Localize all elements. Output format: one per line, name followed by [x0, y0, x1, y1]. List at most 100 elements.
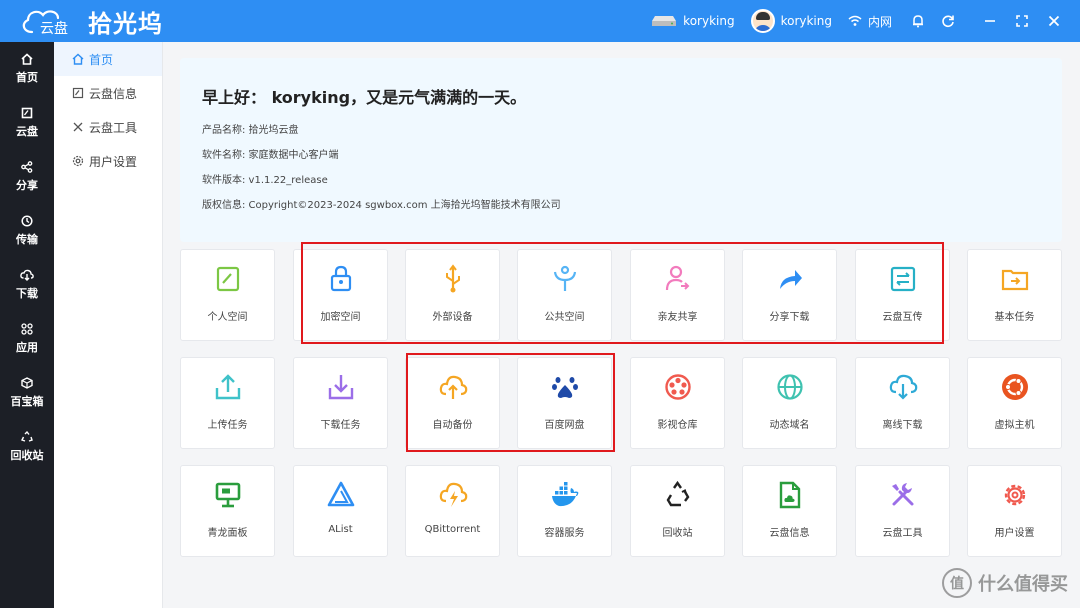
- app-tile-cloud-download[interactable]: 离线下载: [855, 357, 950, 449]
- subnav-label: 云盘信息: [89, 86, 138, 101]
- subnav-item-cloud-info[interactable]: 云盘信息: [54, 76, 162, 110]
- app-tile-label: 离线下载: [882, 420, 923, 431]
- app-logo: 云盘 拾光坞: [18, 4, 163, 38]
- app-tile-label: 加密空间: [320, 312, 361, 323]
- app-tile-globe[interactable]: 动态域名: [742, 357, 837, 449]
- app-tile-label: 下载任务: [320, 420, 361, 431]
- watermark-badge: 值: [942, 568, 972, 598]
- app-tile-share-arrow[interactable]: 分享下载: [742, 249, 837, 341]
- app-tile-label: 外部设备: [432, 312, 473, 323]
- app-tile-label: AList: [328, 524, 353, 535]
- disk-icon: [21, 107, 33, 119]
- share-user-icon: [631, 264, 724, 294]
- app-tile-film-reel[interactable]: 影视仓库: [630, 357, 725, 449]
- info-version: 软件版本: v1.1.22_release: [202, 175, 328, 186]
- public-space-icon: [518, 264, 611, 294]
- app-tile-download[interactable]: 下载任务: [293, 357, 388, 449]
- app-tile-cloud-info[interactable]: 云盘信息: [742, 465, 837, 557]
- rail-item-cloud[interactable]: 云盘: [0, 96, 54, 150]
- avatar: [750, 9, 775, 33]
- app-tile-label: 影视仓库: [657, 420, 698, 431]
- app-tile-label: 百度网盘: [544, 420, 585, 431]
- rail-item-transfer[interactable]: 传输: [0, 204, 54, 258]
- refresh-icon[interactable]: [938, 0, 958, 42]
- app-tile-label: 云盘信息: [769, 528, 810, 539]
- user-name: koryking: [780, 14, 832, 28]
- cloud-info-icon: [743, 480, 836, 510]
- app-tile-recycle[interactable]: 回收站: [630, 465, 725, 557]
- sub-nav: 首页 云盘信息 云盘工具 用户设置: [54, 42, 163, 608]
- app-tile-label: 云盘工具: [882, 528, 923, 539]
- app-tile-cloud-upload[interactable]: 自动备份: [405, 357, 500, 449]
- svg-text:云盘: 云盘: [40, 20, 68, 36]
- app-tile-panel[interactable]: 青龙面板: [180, 465, 275, 557]
- network-status[interactable]: 内网: [848, 13, 892, 30]
- personal-space-icon: [181, 264, 274, 294]
- usb-icon: [406, 264, 499, 294]
- notification-bell-icon[interactable]: [908, 0, 928, 42]
- greeting-text: 早上好： koryking，又是元气满满的一天。: [202, 88, 527, 107]
- app-tile-baidu[interactable]: 百度网盘: [517, 357, 612, 449]
- film-reel-icon: [631, 372, 724, 402]
- subnav-item-cloud-tools[interactable]: 云盘工具: [54, 110, 162, 144]
- app-tile-label: 云盘互传: [882, 312, 923, 323]
- app-tile-label: 公共空间: [544, 312, 585, 323]
- rail-item-apps[interactable]: 应用: [0, 312, 54, 366]
- app-tile-label: 虚拟主机: [994, 420, 1035, 431]
- user-menu[interactable]: koryking: [750, 9, 832, 33]
- rail-label: 传输: [16, 233, 38, 246]
- rail-label: 应用: [16, 341, 38, 354]
- tools-icon: [856, 480, 949, 510]
- info-software-name: 软件名称: 家庭数据中心客户端: [202, 150, 339, 161]
- cloud-download-icon: [856, 372, 949, 402]
- info-copyright: 版权信息: Copyright©2023-2024 sgwbox.com 上海拾…: [202, 200, 561, 211]
- app-tile-tools[interactable]: 云盘工具: [855, 465, 950, 557]
- welcome-panel: 早上好： koryking，又是元气满满的一天。 产品名称: 拾光坞云盘 软件名…: [180, 58, 1062, 242]
- download-icon: [294, 372, 387, 402]
- rail-item-recycle[interactable]: 回收站: [0, 420, 54, 474]
- app-tile-docker[interactable]: 容器服务: [517, 465, 612, 557]
- cloud-upload-icon: [406, 372, 499, 402]
- recycle-icon: [631, 480, 724, 510]
- qbittorrent-icon: [406, 480, 499, 510]
- baidu-icon: [518, 372, 611, 402]
- left-rail: 首页 云盘 分享 传输 下载 应用 百宝箱 回收站: [0, 42, 54, 608]
- app-tile-upload[interactable]: 上传任务: [180, 357, 275, 449]
- app-tile-transfer[interactable]: 云盘互传: [855, 249, 950, 341]
- app-tile-settings-gear[interactable]: 用户设置: [967, 465, 1062, 557]
- upload-icon: [181, 372, 274, 402]
- app-tile-personal-space[interactable]: 个人空间: [180, 249, 275, 341]
- app-tile-lock[interactable]: 加密空间: [293, 249, 388, 341]
- app-tile-usb[interactable]: 外部设备: [405, 249, 500, 341]
- task-folder-icon: [968, 264, 1061, 294]
- gear-outline-icon: [72, 155, 84, 167]
- close-icon[interactable]: [1044, 0, 1064, 42]
- app-tile-label: 用户设置: [994, 528, 1035, 539]
- rail-item-toolbox[interactable]: 百宝箱: [0, 366, 54, 420]
- home-icon: [21, 53, 33, 65]
- app-tile-alist[interactable]: AList: [293, 465, 388, 557]
- maximize-icon[interactable]: [1012, 0, 1032, 42]
- rail-item-home[interactable]: 首页: [0, 42, 54, 96]
- device-selector[interactable]: koryking: [651, 14, 735, 28]
- minimize-icon[interactable]: [980, 0, 1000, 42]
- share-icon: [21, 161, 33, 173]
- app-tile-share-user[interactable]: 亲友共享: [630, 249, 725, 341]
- app-tile-public-space[interactable]: 公共空间: [517, 249, 612, 341]
- device-icon: [651, 14, 677, 28]
- app-tile-ubuntu[interactable]: 虚拟主机: [967, 357, 1062, 449]
- app-tile-qbittorrent[interactable]: QBittorrent: [405, 465, 500, 557]
- subnav-item-user-settings[interactable]: 用户设置: [54, 144, 162, 178]
- rail-label: 分享: [16, 179, 38, 192]
- app-tile-label: QBittorrent: [424, 524, 481, 535]
- subnav-item-home[interactable]: 首页: [54, 42, 162, 76]
- network-label: 内网: [867, 14, 892, 29]
- rail-item-share[interactable]: 分享: [0, 150, 54, 204]
- app-tile-task-folder[interactable]: 基本任务: [967, 249, 1062, 341]
- toolbox-cube-icon: [21, 377, 33, 389]
- cloud-download-rail-icon: [20, 269, 34, 281]
- rail-item-download[interactable]: 下载: [0, 258, 54, 312]
- info-product-name: 产品名称: 拾光坞云盘: [202, 125, 299, 136]
- app-tile-label: 青龙面板: [207, 528, 248, 539]
- share-arrow-icon: [743, 264, 836, 294]
